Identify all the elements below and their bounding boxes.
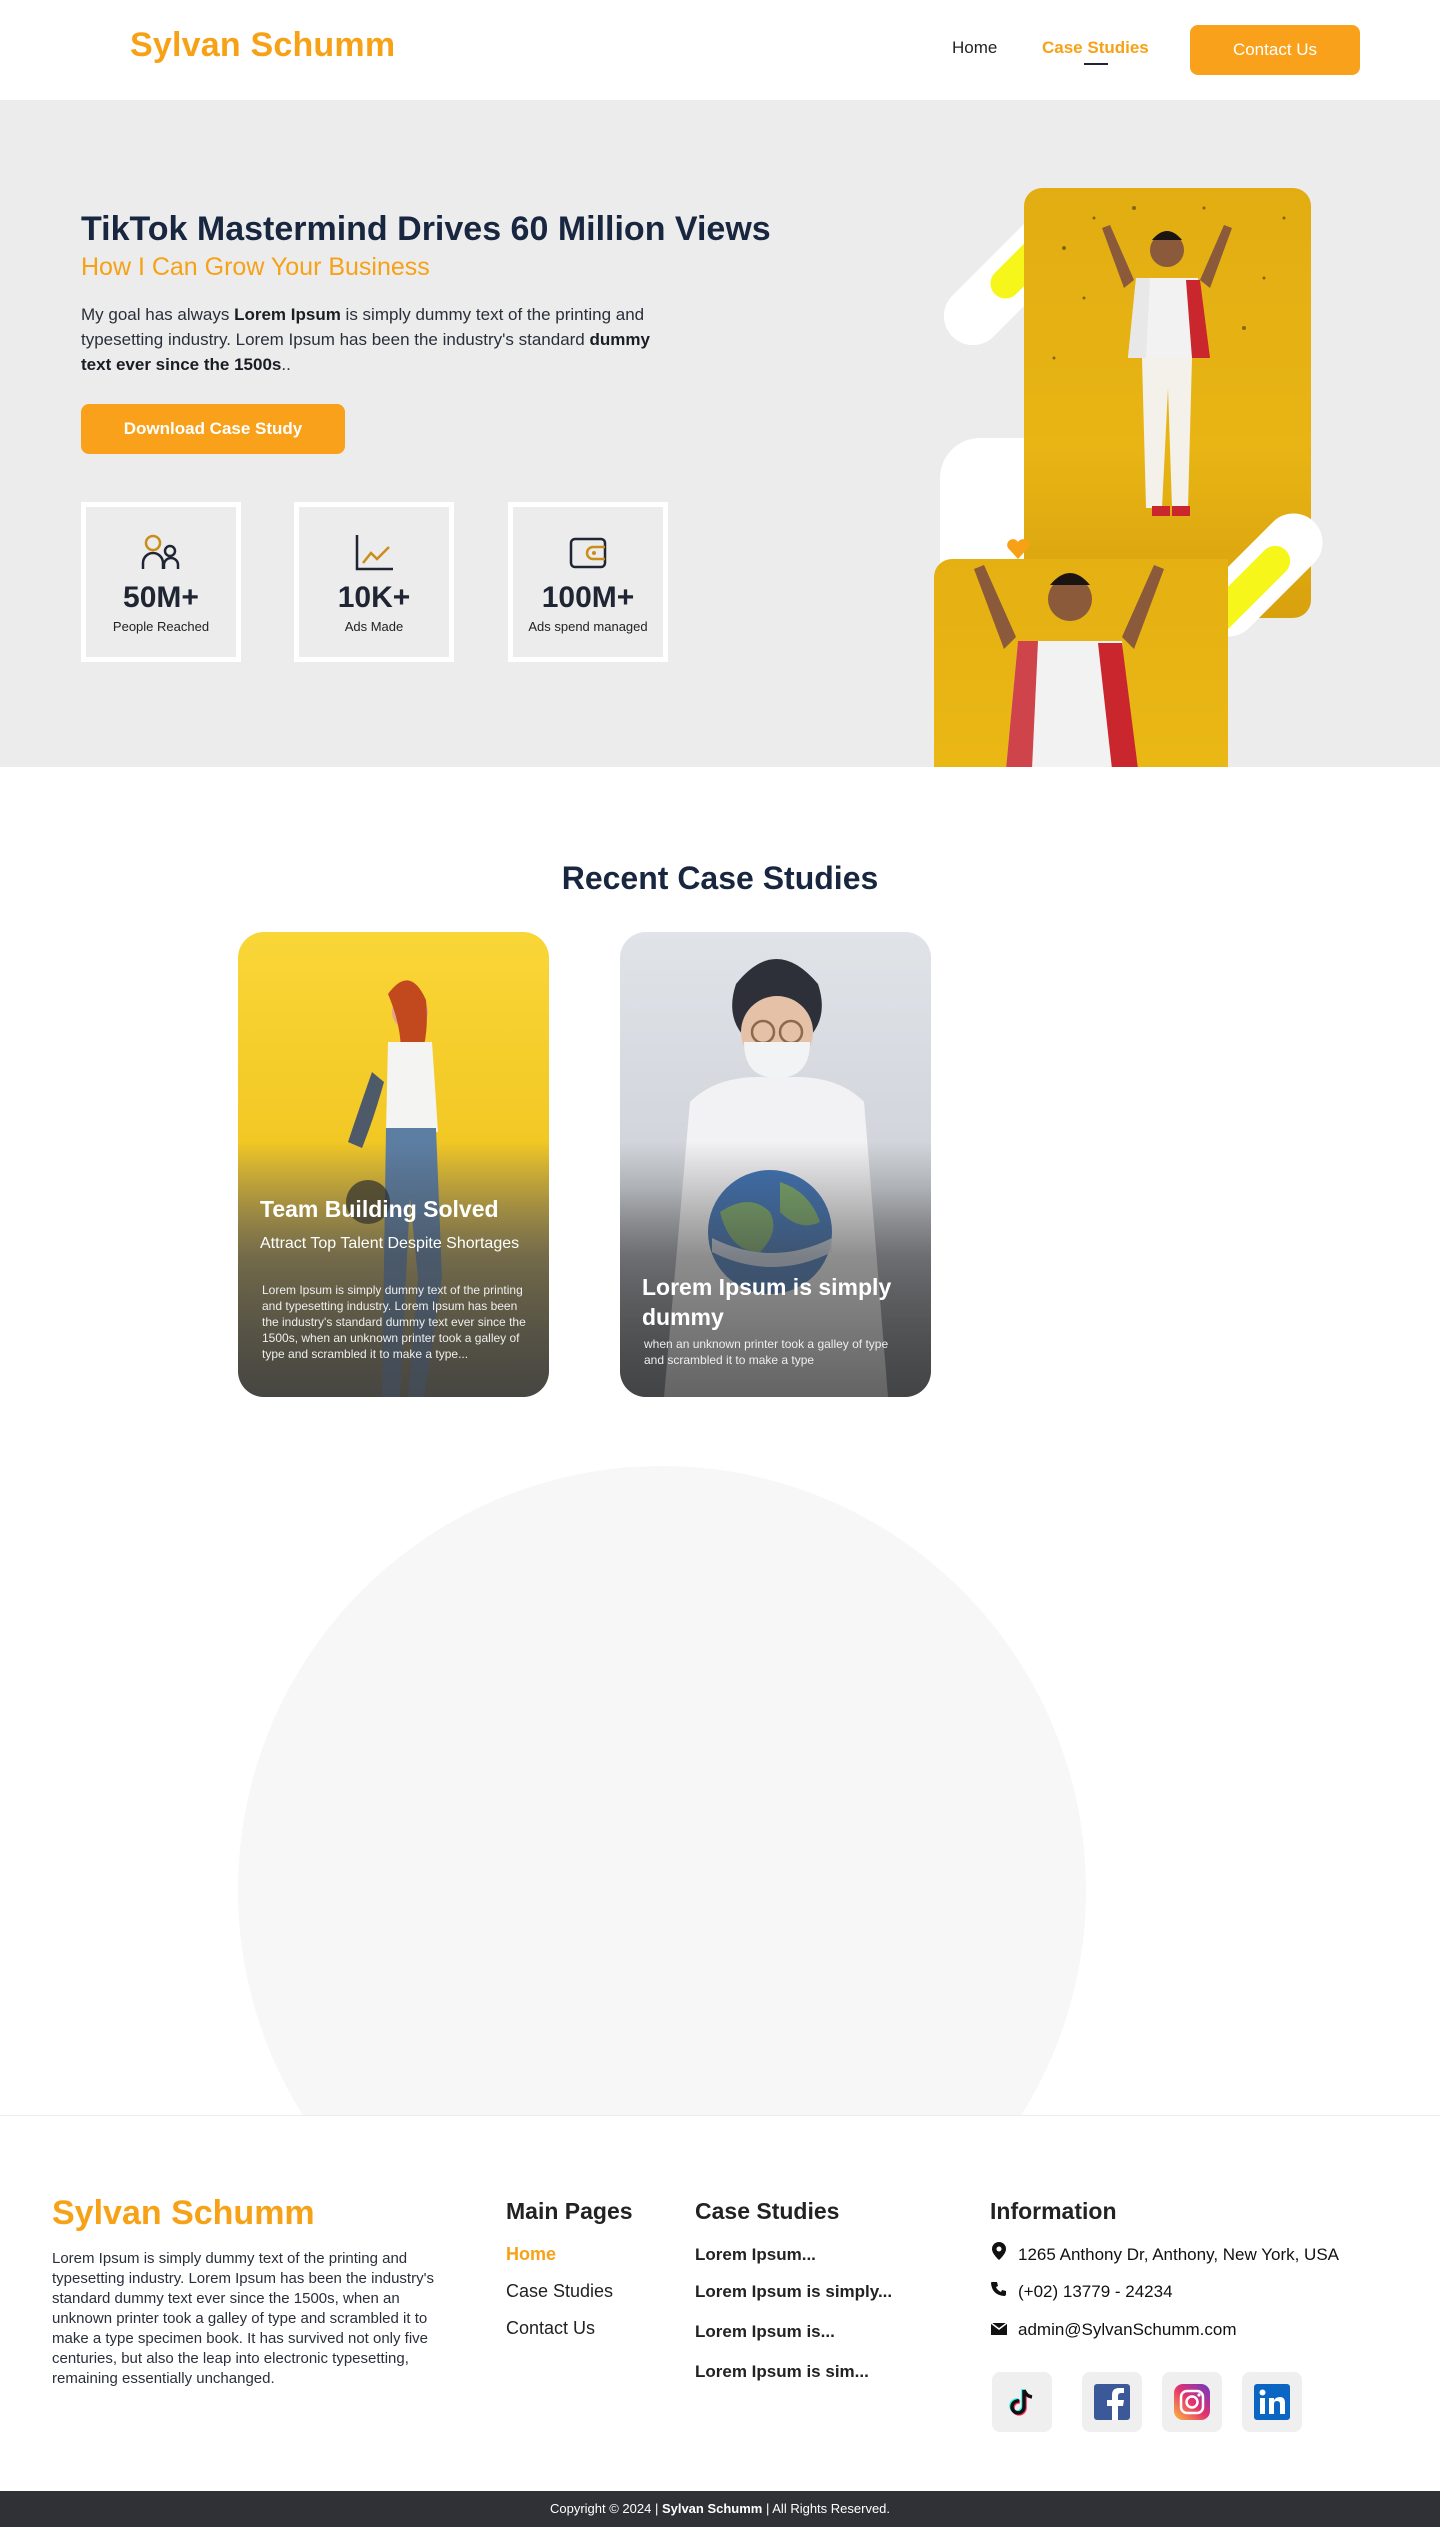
site-header: Sylvan Schumm Home Case Studies Contact …: [0, 0, 1440, 100]
hero-photo-secondary: [934, 559, 1228, 767]
hero-subtitle: How I Can Grow Your Business: [81, 253, 430, 281]
tiktok-icon[interactable]: [992, 2372, 1052, 2432]
stat-label: Ads spend managed: [528, 619, 648, 634]
site-footer: Sylvan Schumm Lorem Ipsum is simply dumm…: [0, 2115, 1440, 2491]
nav-home-link[interactable]: Home: [952, 38, 997, 58]
nav-case-studies-link[interactable]: Case Studies: [1042, 38, 1149, 58]
footer-logo[interactable]: Sylvan Schumm: [52, 2194, 315, 2233]
phone-icon: [990, 2281, 1008, 2302]
people-icon: [141, 534, 180, 569]
footer-email[interactable]: admin@SylvanSchumm.com: [990, 2320, 1237, 2340]
footer-main-pages-heading: Main Pages: [506, 2198, 633, 2224]
hero-title: TikTok Mastermind Drives 60 Million View…: [81, 210, 771, 248]
copyright-bar: Copyright © 2024 | Sylvan Schumm | All R…: [0, 2491, 1440, 2527]
case-card-subtitle: Attract Top Talent Despite Shortages: [260, 1235, 520, 1252]
mail-icon: [990, 2320, 1008, 2340]
wallet-icon: [569, 537, 607, 569]
stat-card-spend: 100M+ Ads spend managed: [508, 502, 668, 662]
footer-address: 1265 Anthony Dr, Anthony, New York, USA: [990, 2242, 1339, 2265]
case-card-title: Lorem Ipsum is simply dummy: [642, 1274, 892, 1330]
chart-line-icon: [355, 535, 393, 571]
download-case-study-button[interactable]: Download Case Study: [81, 404, 345, 454]
stat-value: 50M+: [123, 581, 199, 614]
stat-value: 10K+: [337, 581, 411, 614]
footer-information-heading: Information: [990, 2198, 1117, 2224]
heart-icon: [1007, 539, 1029, 559]
recent-case-studies-title: Recent Case Studies: [561, 860, 879, 896]
hero-section: TikTok Mastermind Drives 60 Million View…: [0, 100, 1440, 767]
linkedin-icon[interactable]: [1242, 2372, 1302, 2432]
footer-phone[interactable]: (+02) 13779 - 24234: [990, 2281, 1173, 2302]
stat-label: People Reached: [112, 619, 210, 634]
footer-link-contact-us[interactable]: Contact Us: [506, 2318, 595, 2339]
footer-link-case-studies[interactable]: Case Studies: [506, 2281, 613, 2302]
instagram-icon[interactable]: [1162, 2372, 1222, 2432]
nav-active-underline: [1084, 63, 1108, 65]
stat-card-ads: 10K+ Ads Made: [294, 502, 454, 662]
footer-case-link[interactable]: Lorem Ipsum is sim...: [695, 2362, 869, 2382]
case-card-title: Team Building Solved: [260, 1196, 499, 1222]
stat-card-people: 50M+ People Reached: [81, 502, 241, 662]
footer-case-link[interactable]: Lorem Ipsum is simply...: [695, 2282, 892, 2302]
case-study-card-lorem[interactable]: Lorem Ipsum is simply dummy when an unkn…: [620, 932, 931, 1397]
case-study-card-team-building[interactable]: Team Building Solved Attract Top Talent …: [238, 932, 549, 1397]
stat-label: Ads Made: [344, 619, 404, 634]
case-card-description: when an unknown printer took a galley of…: [644, 1337, 889, 1367]
site-logo[interactable]: Sylvan Schumm: [130, 26, 395, 65]
footer-link-home[interactable]: Home: [506, 2244, 556, 2265]
footer-about-text: Lorem Ipsum is simply dummy text of the …: [52, 2250, 434, 2387]
footer-case-link[interactable]: Lorem Ipsum is...: [695, 2322, 835, 2342]
contact-us-button[interactable]: Contact Us: [1190, 25, 1360, 75]
hero-description: My goal has always Lorem Ipsum is simply…: [81, 305, 650, 374]
case-card-description: Lorem Ipsum is simply dummy text of the …: [262, 1283, 526, 1361]
footer-case-studies-heading: Case Studies: [695, 2198, 840, 2224]
stat-value: 100M+: [541, 581, 635, 614]
footer-case-link[interactable]: Lorem Ipsum...: [695, 2245, 816, 2265]
location-pin-icon: [990, 2242, 1008, 2265]
facebook-icon[interactable]: [1082, 2372, 1142, 2432]
